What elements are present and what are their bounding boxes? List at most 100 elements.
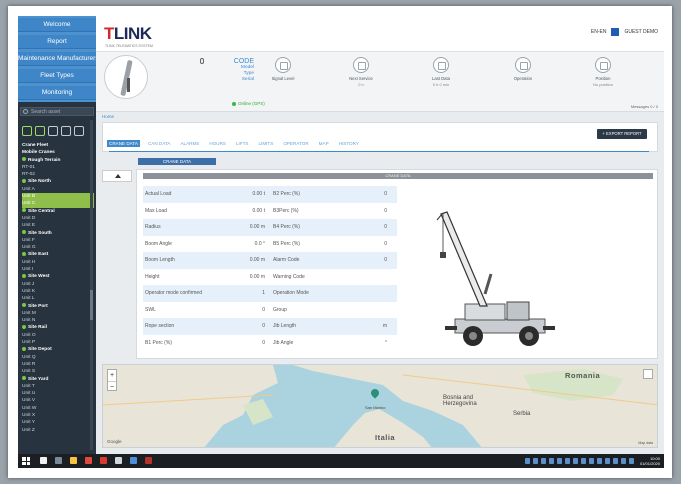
sidebar-scrollbar[interactable] [90, 120, 93, 450]
tree-item[interactable]: Unit B [22, 193, 94, 201]
tree-item[interactable]: Unit Q [22, 354, 94, 361]
tab-history[interactable]: HISTORY [337, 140, 361, 147]
tree-item[interactable]: Unit M [22, 310, 94, 317]
tree-item[interactable]: Unit C [22, 200, 94, 208]
tree-item[interactable]: Unit X [22, 412, 94, 419]
grid-icon[interactable] [22, 126, 32, 136]
clock[interactable]: 10:00 01/01/2020 [640, 456, 660, 466]
folder-icon[interactable] [70, 457, 77, 464]
tree-item[interactable]: Site Central [22, 208, 94, 215]
tree-item[interactable]: Rough Terrain [22, 157, 94, 164]
tree-item[interactable]: Site Port [22, 303, 94, 310]
map-attribution[interactable]: Map data [638, 441, 653, 445]
tree-item[interactable]: Unit F [22, 237, 94, 244]
tray-icon[interactable] [589, 458, 594, 464]
windows-start-icon[interactable] [22, 457, 30, 465]
tray-icon[interactable] [621, 458, 626, 464]
breadcrumb[interactable]: Home [102, 114, 114, 119]
list-icon[interactable] [35, 126, 45, 136]
zoom-out-button[interactable]: − [108, 381, 116, 392]
search-icon[interactable] [40, 457, 47, 464]
tree-item[interactable]: RT-01 [22, 164, 94, 171]
tree-item[interactable]: Unit N [22, 317, 94, 324]
tray-icon[interactable] [533, 458, 538, 464]
tray-icon[interactable] [597, 458, 602, 464]
sidebar-nav-button[interactable]: Fleet Types [18, 69, 96, 83]
browser-icon[interactable] [85, 457, 92, 464]
tray-icon[interactable] [557, 458, 562, 464]
tree-item[interactable]: Unit I [22, 266, 94, 273]
user-avatar[interactable] [611, 28, 620, 36]
tlink-logo[interactable]: TLINK [104, 24, 152, 44]
export-report-button[interactable]: + EXPORT REPORT [597, 129, 647, 139]
tray-icon[interactable] [549, 458, 554, 464]
app-icon[interactable] [130, 457, 137, 464]
tree-item[interactable]: Unit V [22, 397, 94, 404]
tree-item[interactable]: Unit R [22, 361, 94, 368]
tree-item[interactable]: Site West [22, 273, 94, 280]
tree-item[interactable]: Site Rail [22, 324, 94, 331]
tree-item[interactable]: Site East [22, 251, 94, 258]
map-panel[interactable]: + − Romania Bosnia and Herzegovina Serbi… [102, 364, 658, 448]
collapse-button[interactable] [102, 170, 132, 182]
mail-icon[interactable] [115, 457, 122, 464]
tree-item[interactable]: Site South [22, 230, 94, 237]
sidebar-search-input[interactable]: Search asset [20, 107, 94, 116]
tab-limits[interactable]: LIMITS [257, 140, 276, 147]
tray-icon[interactable] [581, 458, 586, 464]
tray-icon[interactable] [565, 458, 570, 464]
kpi-widget[interactable]: Last Data 0 h 0 min [406, 57, 476, 87]
sidebar-nav-button[interactable]: Maintenance Manufacturers [18, 52, 96, 66]
tab-alarms[interactable]: ALARMS [178, 140, 201, 147]
app-icon[interactable] [145, 457, 152, 464]
scrollbar-thumb[interactable] [90, 290, 93, 320]
tree-item[interactable]: Unit E [22, 222, 94, 229]
pin-icon[interactable] [200, 58, 204, 64]
tree-item[interactable]: Site Depot [22, 346, 94, 353]
tree-item[interactable]: Unit L [22, 295, 94, 302]
tab-map[interactable]: MAP [317, 140, 331, 147]
tray-icon[interactable] [629, 458, 634, 464]
refresh-icon[interactable] [61, 126, 71, 136]
tab-crane-data[interactable]: CRANE DATA [107, 140, 140, 147]
tray-icon[interactable] [613, 458, 618, 464]
tray-icon[interactable] [573, 458, 578, 464]
tree-item[interactable]: Unit U [22, 390, 94, 397]
tree-item[interactable]: RT-02 [22, 171, 94, 178]
sidebar-nav-button[interactable]: Report [18, 35, 96, 49]
tree-item[interactable]: Crane Fleet [22, 142, 94, 149]
zoom-in-button[interactable]: + [108, 370, 116, 381]
tree-item[interactable]: Unit Y [22, 419, 94, 426]
office-icon[interactable] [100, 457, 107, 464]
tree-item[interactable]: Unit G [22, 244, 94, 251]
fullscreen-icon[interactable] [643, 369, 653, 379]
tray-icon[interactable] [525, 458, 530, 464]
tab-lifts[interactable]: LIFTS [234, 140, 251, 147]
tree-item[interactable]: Unit Z [22, 427, 94, 434]
kpi-widget[interactable]: Next Service 0 h [326, 57, 396, 87]
tree-item[interactable]: Unit J [22, 281, 94, 288]
tree-item[interactable]: Unit S [22, 368, 94, 375]
tab-can-data[interactable]: CAN DATA [146, 140, 173, 147]
tab-operator[interactable]: OPERATOR [281, 140, 310, 147]
tray-icon[interactable] [541, 458, 546, 464]
tree-item[interactable]: Unit A [22, 186, 94, 193]
user-menu[interactable]: GUEST DEMO [624, 29, 658, 35]
tab-hours[interactable]: HOURS [207, 140, 228, 147]
kpi-widget[interactable]: Operation [488, 57, 558, 81]
tree-item[interactable]: Unit K [22, 288, 94, 295]
settings-icon[interactable] [74, 126, 84, 136]
sidebar-nav-button[interactable]: Welcome [18, 18, 96, 32]
kpi-widget[interactable]: Signal Level [248, 57, 318, 81]
sidebar-nav-button[interactable]: Monitoring [18, 86, 96, 100]
tree-item[interactable]: Unit O [22, 332, 94, 339]
tree-item[interactable]: Unit T [22, 383, 94, 390]
language-selector[interactable]: EN-EN [591, 29, 607, 35]
tree-item[interactable]: Mobile Cranes [22, 149, 94, 156]
tree-item[interactable]: Site Yard [22, 376, 94, 383]
tray-icon[interactable] [605, 458, 610, 464]
tree-item[interactable]: Site North [22, 178, 94, 185]
tree-item[interactable]: Unit W [22, 405, 94, 412]
tree-item[interactable]: Unit D [22, 215, 94, 222]
task-view-icon[interactable] [55, 457, 62, 464]
